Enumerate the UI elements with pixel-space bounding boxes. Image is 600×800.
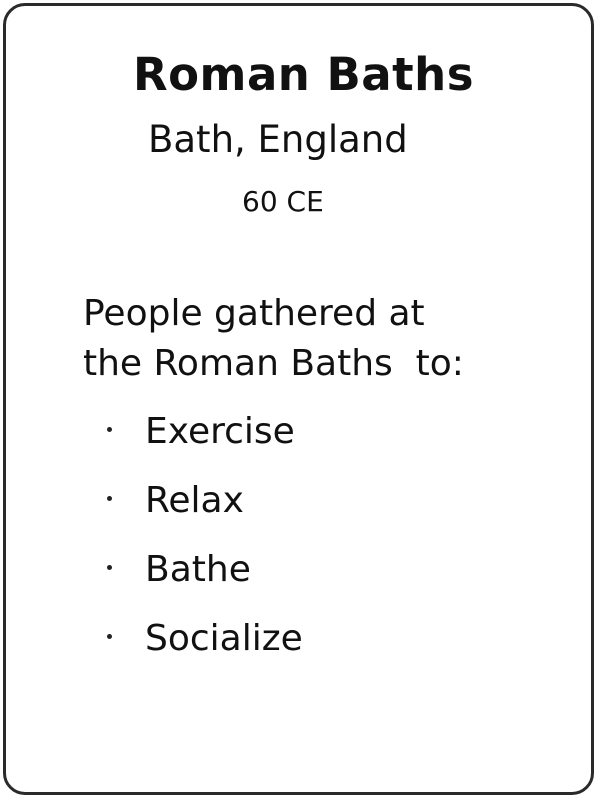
- bullet-icon: [107, 496, 112, 501]
- intro-line: People gathered at: [83, 293, 425, 334]
- intro-paragraph: People gathered at the Roman Baths to:: [83, 289, 464, 389]
- activity-label: Relax: [145, 480, 244, 521]
- activity-label: Socialize: [145, 618, 303, 659]
- bullet-icon: [107, 634, 112, 639]
- bullet-icon: [107, 565, 112, 570]
- location-text: Bath, England: [148, 118, 408, 161]
- intro-line: the Roman Baths to:: [83, 343, 464, 384]
- activity-label: Exercise: [145, 411, 295, 452]
- activity-label: Bathe: [145, 549, 251, 590]
- card-title: Roman Baths: [132, 48, 475, 101]
- info-card: Roman Baths Bath, England 60 CE People g…: [3, 3, 594, 795]
- bullet-icon: [107, 427, 112, 432]
- date-text: 60 CE: [242, 185, 324, 218]
